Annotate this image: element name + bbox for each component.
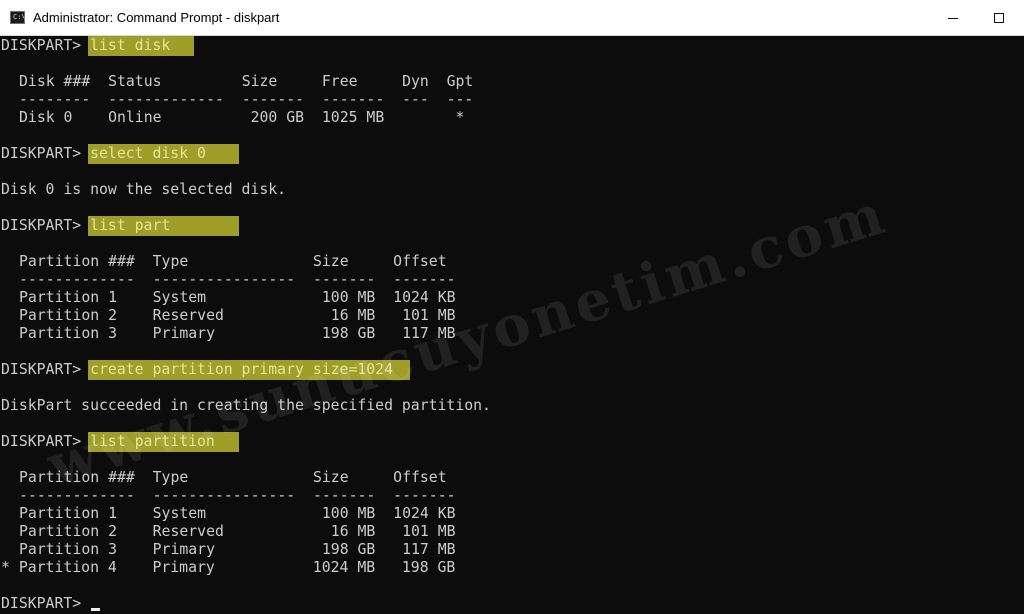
- output-line: * Partition 4 Primary 1024 MB 198 GB: [1, 559, 456, 576]
- prompt-label: DISKPART>: [1, 433, 82, 450]
- title-bar: C:\. Administrator: Command Prompt - dis…: [0, 0, 1024, 36]
- command-text: create partition primary size=1024: [90, 361, 393, 378]
- minimize-button[interactable]: [930, 0, 976, 36]
- prompt-label: DISKPART>: [1, 595, 82, 612]
- output-line: Disk 0 is now the selected disk.: [1, 181, 287, 198]
- command-text: list disk: [90, 37, 171, 54]
- cmd-icon[interactable]: C:\.: [10, 11, 30, 24]
- prompt-label: DISKPART>: [1, 145, 82, 162]
- output-line: ------------- ---------------- ------- -…: [19, 487, 456, 504]
- prompt-line: DISKPART> list partition: [1, 433, 1021, 451]
- output-line: Partition 3 Primary 198 GB 117 MB: [19, 541, 456, 558]
- output-line: ------------- ---------------- ------- -…: [19, 271, 456, 288]
- minimize-icon: [948, 17, 958, 19]
- prompt-label: DISKPART>: [1, 361, 82, 378]
- prompt-label: DISKPART>: [1, 37, 82, 54]
- command-text: list partition: [90, 433, 215, 450]
- prompt-line: DISKPART>: [1, 595, 1021, 613]
- maximize-icon: [994, 13, 1004, 23]
- prompt-line: DISKPART> list disk: [1, 37, 1021, 55]
- output-line: Partition ### Type Size Offset: [19, 469, 447, 486]
- prompt-line: DISKPART> list part: [1, 217, 1021, 235]
- output-line: Disk ### Status Size Free Dyn Gpt: [19, 73, 474, 90]
- window-title: Administrator: Command Prompt - diskpart: [33, 10, 280, 25]
- output-line: -------- ------------- ------- ------- -…: [19, 91, 474, 108]
- output-line: Partition 1 System 100 MB 1024 KB: [19, 289, 456, 306]
- output-line: Partition 2 Reserved 16 MB 101 MB: [19, 307, 456, 324]
- output-line: Partition 1 System 100 MB 1024 KB: [19, 505, 456, 522]
- output-line: Partition 3 Primary 198 GB 117 MB: [19, 325, 456, 342]
- output-line: Disk 0 Online 200 GB 1025 MB *: [19, 109, 465, 126]
- command-text: list part: [90, 217, 171, 234]
- maximize-button[interactable]: [976, 0, 1022, 36]
- output-line: DiskPart succeeded in creating the speci…: [1, 397, 491, 414]
- command-text: select disk 0: [90, 145, 206, 162]
- prompt-line: DISKPART> create partition primary size=…: [1, 361, 1021, 379]
- cmd-icon-glyph: C:\.: [13, 13, 30, 21]
- output-line: Partition ### Type Size Offset: [19, 253, 447, 270]
- prompt-line: DISKPART> select disk 0: [1, 145, 1021, 163]
- text-cursor: [91, 608, 100, 611]
- console-output[interactable]: DISKPART> list disk Disk ### Status Size…: [0, 36, 1024, 614]
- output-line: Partition 2 Reserved 16 MB 101 MB: [19, 523, 456, 540]
- prompt-label: DISKPART>: [1, 217, 82, 234]
